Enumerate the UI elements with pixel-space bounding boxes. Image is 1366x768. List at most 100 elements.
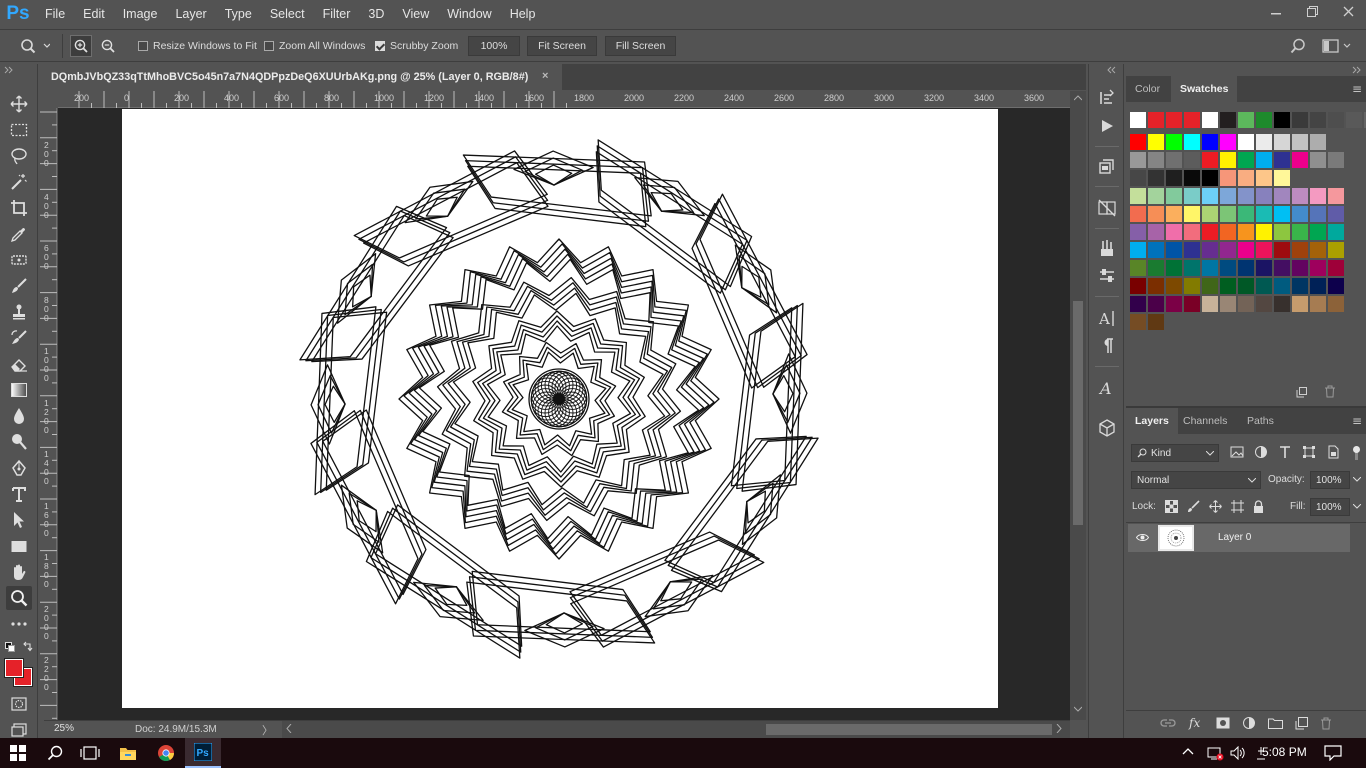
collapse-tools-icon[interactable] xyxy=(4,66,16,74)
color-swatch[interactable] xyxy=(1292,242,1308,258)
color-swatch[interactable] xyxy=(1202,112,1218,128)
color-swatch[interactable] xyxy=(1130,170,1146,186)
color-swatch[interactable] xyxy=(1148,278,1164,294)
adjustment-layer-icon[interactable] xyxy=(1242,716,1256,730)
status-menu-arrow[interactable]: 〉 xyxy=(262,722,273,738)
gradient-tool[interactable] xyxy=(6,378,32,402)
menu-view[interactable]: View xyxy=(393,0,438,28)
color-swatch[interactable] xyxy=(1328,152,1344,168)
color-swatch[interactable] xyxy=(1310,278,1326,294)
color-swatch[interactable] xyxy=(1292,188,1308,204)
color-swatch[interactable] xyxy=(1166,278,1182,294)
color-swatch[interactable] xyxy=(1274,224,1290,240)
quick-mask-button[interactable] xyxy=(6,692,32,716)
eraser-tool[interactable] xyxy=(6,352,32,376)
vertical-ruler[interactable]: 2 0 0 4 0 0 6 0 0 8 0 0 1 0 0 0 1 2 0 0 1 4 0 … xyxy=(40,108,57,720)
color-swatch[interactable] xyxy=(1220,188,1236,204)
color-swatch[interactable] xyxy=(1148,112,1164,128)
foreground-color-swatch[interactable] xyxy=(4,658,24,678)
photoshop-taskbar[interactable]: Ps xyxy=(185,738,221,768)
brush-tool[interactable] xyxy=(6,274,32,298)
vertical-scroll-thumb[interactable] xyxy=(1073,301,1083,525)
color-swatch[interactable] xyxy=(1328,224,1344,240)
color-swatch[interactable] xyxy=(1328,296,1344,312)
lasso-tool[interactable] xyxy=(6,144,32,168)
color-swatch[interactable] xyxy=(1202,188,1218,204)
color-swatch[interactable] xyxy=(1328,206,1344,222)
color-swatch[interactable] xyxy=(1310,224,1326,240)
resize-windows-box[interactable] xyxy=(138,41,148,51)
color-swatch[interactable] xyxy=(1148,188,1164,204)
new-group-icon[interactable] xyxy=(1268,717,1283,729)
color-swatch[interactable] xyxy=(1184,278,1200,294)
color-swatch[interactable] xyxy=(1184,170,1200,186)
tab-channels[interactable]: Channels xyxy=(1174,408,1236,434)
color-swatch[interactable] xyxy=(1184,224,1200,240)
zoom-out-button[interactable] xyxy=(97,35,119,57)
color-swatch[interactable] xyxy=(1238,260,1254,276)
color-swatch[interactable] xyxy=(1238,170,1254,186)
tab-paths[interactable]: Paths xyxy=(1238,408,1283,434)
color-swatch[interactable] xyxy=(1220,152,1236,168)
color-swatch[interactable] xyxy=(1220,260,1236,276)
color-swatch[interactable] xyxy=(1238,224,1254,240)
task-view-button[interactable] xyxy=(72,738,108,768)
history-brush-tool[interactable] xyxy=(6,326,32,350)
color-swatch[interactable] xyxy=(1130,188,1146,204)
fill-screen-button[interactable]: Fill Screen xyxy=(605,36,676,56)
color-swatch[interactable] xyxy=(1220,206,1236,222)
fx-icon[interactable]: fx xyxy=(1188,716,1204,730)
color-swatch[interactable] xyxy=(1238,188,1254,204)
color-swatch[interactable] xyxy=(1130,296,1146,312)
color-swatch[interactable] xyxy=(1274,278,1290,294)
new-layer-icon[interactable] xyxy=(1295,716,1308,730)
link-layers-icon[interactable] xyxy=(1160,717,1176,729)
history-panel-button[interactable] xyxy=(1097,88,1117,108)
color-swatch[interactable] xyxy=(1346,112,1362,128)
network-icon[interactable] xyxy=(1206,745,1224,761)
color-swatch[interactable] xyxy=(1148,242,1164,258)
color-swatch[interactable] xyxy=(1292,134,1308,150)
color-swatch[interactable] xyxy=(1166,188,1182,204)
menu-type[interactable]: Type xyxy=(216,0,261,28)
vertical-scrollbar[interactable] xyxy=(1070,91,1086,720)
lock-transparency-icon[interactable] xyxy=(1165,500,1178,513)
color-swatch[interactable] xyxy=(1328,112,1344,128)
color-swatch[interactable] xyxy=(1274,296,1290,312)
color-swatch[interactable] xyxy=(1166,112,1182,128)
color-swatch[interactable] xyxy=(1130,260,1146,276)
color-swatch[interactable] xyxy=(1166,134,1182,150)
color-swatch[interactable] xyxy=(1238,296,1254,312)
color-swatch[interactable] xyxy=(1166,152,1182,168)
dodge-tool[interactable] xyxy=(6,430,32,454)
color-swatch[interactable] xyxy=(1148,296,1164,312)
color-swatch[interactable] xyxy=(1220,170,1236,186)
tab-color[interactable]: Color xyxy=(1126,76,1169,102)
more-tools-button[interactable] xyxy=(6,612,32,636)
color-swatch[interactable] xyxy=(1148,134,1164,150)
horizontal-scrollbar[interactable] xyxy=(282,721,1070,739)
color-swatch[interactable] xyxy=(1202,260,1218,276)
workspace-button[interactable] xyxy=(1322,38,1352,54)
color-swatch[interactable] xyxy=(1238,152,1254,168)
color-swatch[interactable] xyxy=(1202,170,1218,186)
delete-swatch-button[interactable] xyxy=(1324,385,1336,398)
zoom-tool[interactable] xyxy=(6,586,32,610)
minimize-button[interactable] xyxy=(1258,0,1294,22)
color-swatch[interactable] xyxy=(1148,224,1164,240)
pen-tool[interactable] xyxy=(6,456,32,480)
zoom-all-windows-checkbox[interactable]: Zoom All Windows xyxy=(264,40,365,52)
opacity-input[interactable]: 100% xyxy=(1310,471,1350,489)
taskbar-search-button[interactable] xyxy=(37,738,73,768)
layer-filter-kind[interactable]: Kind xyxy=(1131,444,1219,462)
color-swatch[interactable] xyxy=(1274,188,1290,204)
color-swatch[interactable] xyxy=(1130,224,1146,240)
color-swatch[interactable] xyxy=(1238,112,1254,128)
properties-panel-button[interactable] xyxy=(1097,266,1117,286)
menu-help[interactable]: Help xyxy=(501,0,545,28)
menu-image[interactable]: Image xyxy=(114,0,167,28)
scroll-left-arrow[interactable] xyxy=(286,724,292,733)
add-mask-icon[interactable] xyxy=(1216,717,1230,729)
crop-tool[interactable] xyxy=(6,196,32,220)
color-swatch[interactable] xyxy=(1148,314,1164,330)
